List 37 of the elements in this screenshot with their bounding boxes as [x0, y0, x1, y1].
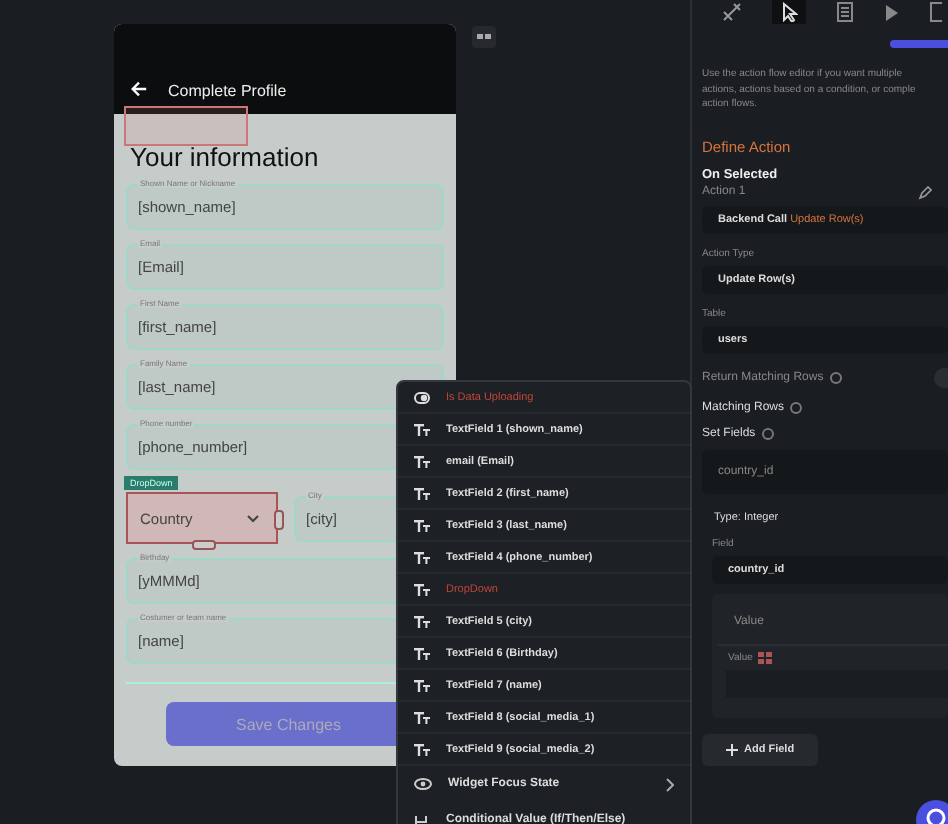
chevron-right-icon: [666, 777, 674, 791]
chevron-down-icon: [246, 513, 260, 523]
info-icon[interactable]: [761, 427, 774, 439]
page-icon[interactable]: [930, 2, 942, 22]
cursor-icon: [780, 2, 798, 22]
text-field-icon: [414, 583, 430, 595]
info-icon[interactable]: [829, 371, 842, 383]
text-field-icon: [414, 487, 430, 499]
tool-tab[interactable]: [772, 0, 806, 24]
screen-title: Complete Profile: [168, 82, 287, 100]
back-arrow-icon[interactable]: [130, 80, 148, 98]
play-icon[interactable]: [884, 3, 900, 21]
text-field-icon: [414, 519, 430, 531]
text-field-icon: [414, 743, 430, 755]
text-field-icon: [414, 615, 430, 627]
resize-handle[interactable]: [274, 510, 284, 530]
text-field-icon: [414, 647, 430, 659]
selection-outline: [124, 106, 248, 146]
tab-indicator: [890, 40, 948, 48]
eye-icon: [414, 778, 432, 790]
plus-icon: [725, 743, 738, 755]
text-field-icon: [414, 423, 430, 435]
resize-handle[interactable]: [192, 540, 216, 550]
page-heading: Your information: [130, 142, 321, 172]
chat-bubble-icon[interactable]: [916, 800, 948, 824]
document-icon[interactable]: [836, 2, 854, 22]
text-field-icon: [414, 551, 430, 563]
glasses-icon[interactable]: [472, 26, 496, 48]
info-icon[interactable]: [790, 401, 803, 413]
wand-icon[interactable]: [722, 2, 742, 22]
text-field-icon: [414, 711, 430, 723]
pencil-icon[interactable]: [918, 185, 932, 199]
branch-icon: [414, 813, 430, 824]
text-field-icon: [414, 679, 430, 691]
toggle-icon: [414, 391, 430, 403]
variable-icon[interactable]: [758, 651, 773, 663]
text-field-icon: [414, 455, 430, 467]
